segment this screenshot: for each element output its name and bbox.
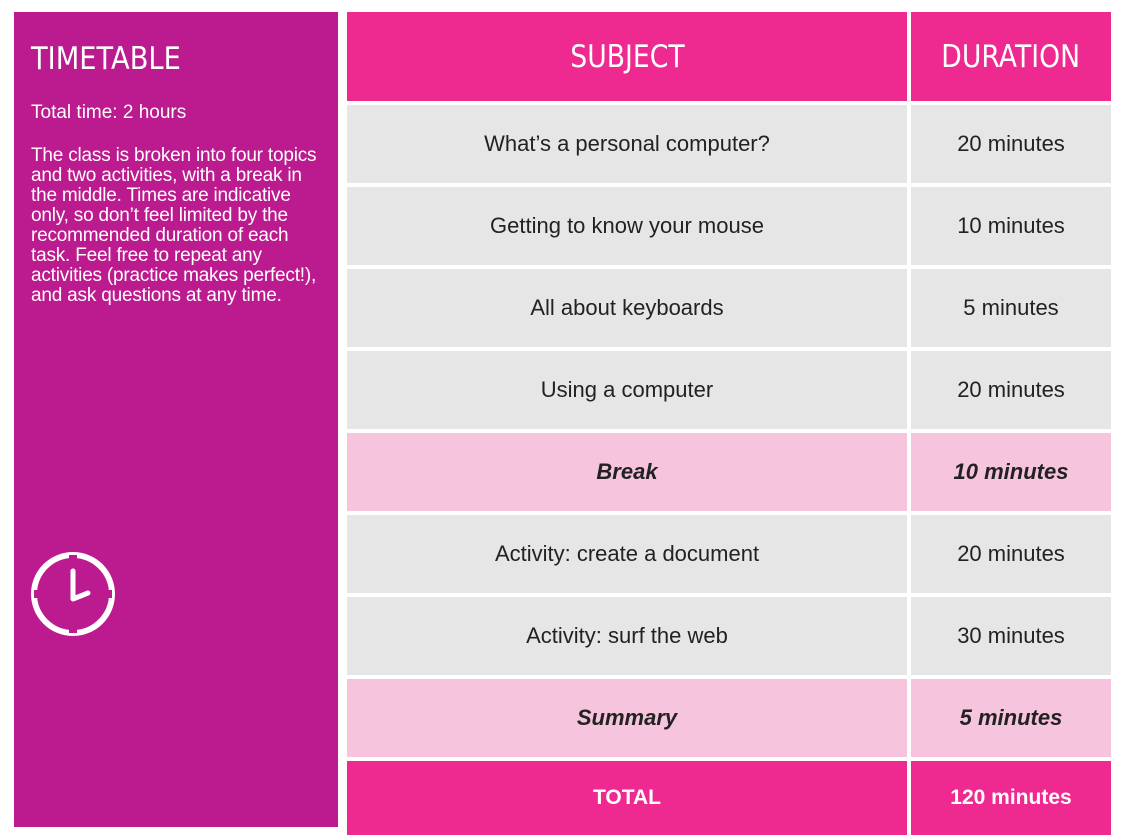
clock-icon <box>31 552 115 636</box>
subject-column-header: SUBJECT <box>347 12 907 101</box>
subject-cell: Getting to know your mouse <box>347 187 907 265</box>
duration-cell: 20 minutes <box>911 515 1111 593</box>
table-row: What’s a personal computer? 20 minutes <box>347 105 1111 183</box>
subject-cell: Break <box>347 433 907 511</box>
table-row: Getting to know your mouse 10 minutes <box>347 187 1111 265</box>
duration-cell: 10 minutes <box>911 187 1111 265</box>
class-description: The class is broken into four topics and… <box>31 145 317 307</box>
duration-column-header: DURATION <box>911 12 1111 101</box>
table-row: Break 10 minutes <box>347 433 1111 511</box>
table-row: All about keyboards 5 minutes <box>347 269 1111 347</box>
timetable-sidebar: TIMETABLE Total time: 2 hours The class … <box>14 12 338 827</box>
total-duration: 120 minutes <box>911 761 1111 835</box>
subject-cell: All about keyboards <box>347 269 907 347</box>
duration-cell: 20 minutes <box>911 351 1111 429</box>
duration-cell: 5 minutes <box>911 269 1111 347</box>
table-row: Summary 5 minutes <box>347 679 1111 757</box>
table-row: Activity: surf the web 30 minutes <box>347 597 1111 675</box>
duration-cell: 10 minutes <box>911 433 1111 511</box>
table-total-row: TOTAL 120 minutes <box>347 761 1111 835</box>
sidebar-title: TIMETABLE <box>31 41 181 77</box>
duration-cell: 5 minutes <box>911 679 1111 757</box>
table-row: Activity: create a document 20 minutes <box>347 515 1111 593</box>
table-header-row: SUBJECT DURATION <box>347 12 1111 101</box>
total-time-text: Total time: 2 hours <box>31 101 187 123</box>
duration-cell: 30 minutes <box>911 597 1111 675</box>
subject-cell: Activity: surf the web <box>347 597 907 675</box>
total-label: TOTAL <box>347 761 907 835</box>
table-row: Using a computer 20 minutes <box>347 351 1111 429</box>
subject-cell: Summary <box>347 679 907 757</box>
subject-cell: Activity: create a document <box>347 515 907 593</box>
duration-cell: 20 minutes <box>911 105 1111 183</box>
table-body: What’s a personal computer? 20 minutes Get… <box>347 105 1111 757</box>
subject-cell: Using a computer <box>347 351 907 429</box>
timetable-table: SUBJECT DURATION What’s a personal compu… <box>347 12 1111 839</box>
subject-cell: What’s a personal computer? <box>347 105 907 183</box>
